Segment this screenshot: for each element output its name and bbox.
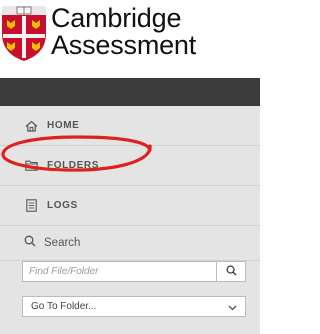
search-row bbox=[22, 261, 246, 282]
brand-name-line1: Cambridge bbox=[51, 3, 182, 33]
cambridge-assessment-logo: Cambridge Assessment bbox=[0, 0, 260, 72]
go-to-folder-value: Go To Folder... bbox=[31, 301, 97, 312]
nav-label-folders: FOLDERS bbox=[47, 160, 99, 171]
nav-item-logs[interactable]: LOGS bbox=[0, 186, 260, 226]
go-to-folder-select[interactable]: Go To Folder... bbox=[22, 296, 246, 317]
coat-of-arms-icon bbox=[2, 6, 46, 61]
nav-item-folders[interactable]: FOLDERS bbox=[0, 146, 260, 186]
search-heading-icon bbox=[24, 234, 36, 252]
search-icon bbox=[226, 264, 237, 279]
folder-icon bbox=[24, 159, 38, 173]
chevron-down-icon bbox=[228, 298, 237, 316]
search-heading-label: Search bbox=[44, 237, 81, 249]
search-button[interactable] bbox=[216, 261, 246, 282]
nav-label-home: HOME bbox=[47, 120, 80, 131]
home-icon bbox=[24, 119, 38, 133]
nav-item-home[interactable]: HOME bbox=[0, 106, 260, 146]
search-input[interactable] bbox=[22, 261, 216, 282]
nav-label-logs: LOGS bbox=[47, 200, 78, 211]
sidebar-header-bar bbox=[0, 78, 260, 106]
logs-icon bbox=[24, 199, 38, 213]
search-heading: Search bbox=[0, 226, 260, 261]
brand-name-line2: Assessment bbox=[51, 30, 197, 60]
